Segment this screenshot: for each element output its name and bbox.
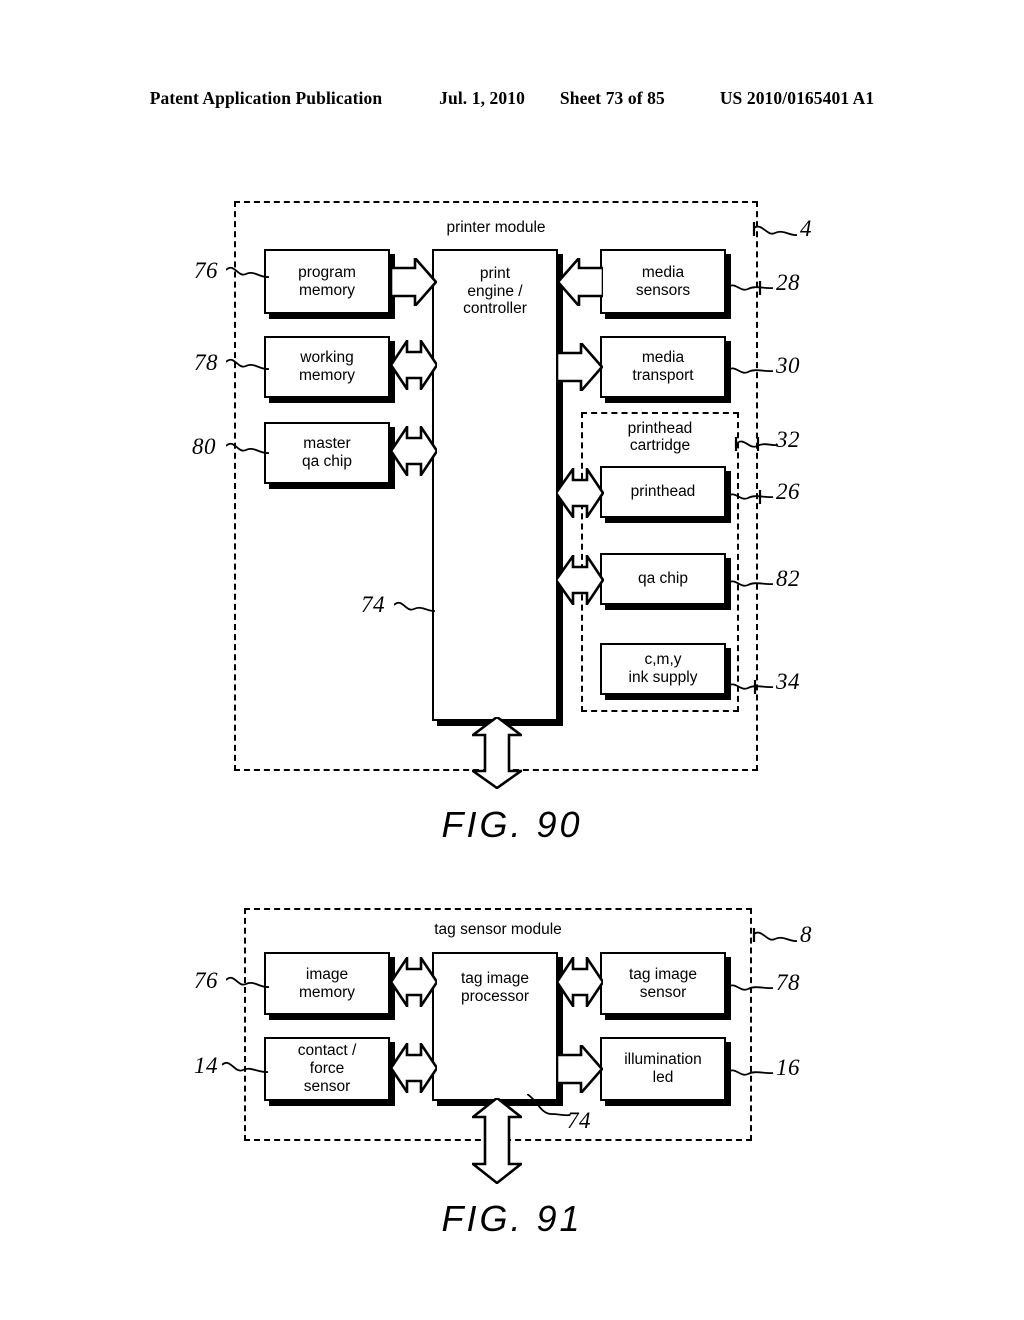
leader-8	[752, 928, 798, 942]
block-image-memory[interactable]: image memory	[264, 952, 390, 1015]
block-working-memory[interactable]: working memory	[264, 336, 390, 398]
refnum-30: 30	[776, 353, 800, 378]
tag-sensor-module-title: tag sensor module	[434, 921, 562, 938]
refnum-14: 14	[194, 1053, 218, 1078]
refnum-8: 8	[800, 922, 812, 947]
printhead-cartridge-title: printhead cartridge	[627, 420, 693, 455]
block-tag-image-processor[interactable]: tag image processor	[432, 952, 558, 1101]
refnum-32: 32	[776, 427, 800, 452]
refnum-34: 34	[776, 669, 800, 694]
refnum-76: 76	[194, 258, 218, 283]
block-print-engine-controller[interactable]: print engine / controller	[432, 249, 558, 721]
figure-90-caption: FIG. 90	[441, 804, 583, 845]
refnum-78: 78	[194, 350, 218, 375]
block-printhead[interactable]: printhead	[600, 466, 726, 518]
block-qa-chip[interactable]: qa chip	[600, 553, 726, 605]
block-illumination-led[interactable]: illumination led	[600, 1037, 726, 1101]
block-cmy-ink-supply[interactable]: c,m,y ink supply	[600, 643, 726, 695]
refnum-26: 26	[776, 479, 800, 504]
block-contact-force-sensor[interactable]: contact / force sensor	[264, 1037, 390, 1101]
block-tag-image-sensor[interactable]: tag image sensor	[600, 952, 726, 1015]
refnum-28: 28	[776, 270, 800, 295]
refnum-16: 16	[776, 1055, 800, 1080]
block-media-transport[interactable]: media transport	[600, 336, 726, 398]
block-media-sensors[interactable]: media sensors	[600, 249, 726, 314]
refnum-78-fig91: 78	[776, 970, 800, 995]
refnum-74-fig90: 74	[361, 592, 385, 617]
refnum-80: 80	[192, 434, 216, 459]
block-program-memory[interactable]: program memory	[264, 249, 390, 314]
refnum-74-fig91: 74	[567, 1108, 591, 1133]
refnum-76-fig91: 76	[194, 968, 218, 993]
refnum-82: 82	[776, 566, 800, 591]
block-master-qa-chip[interactable]: master qa chip	[264, 422, 390, 484]
refnum-4: 4	[800, 216, 812, 241]
figure-91-caption: FIG. 91	[441, 1198, 583, 1239]
